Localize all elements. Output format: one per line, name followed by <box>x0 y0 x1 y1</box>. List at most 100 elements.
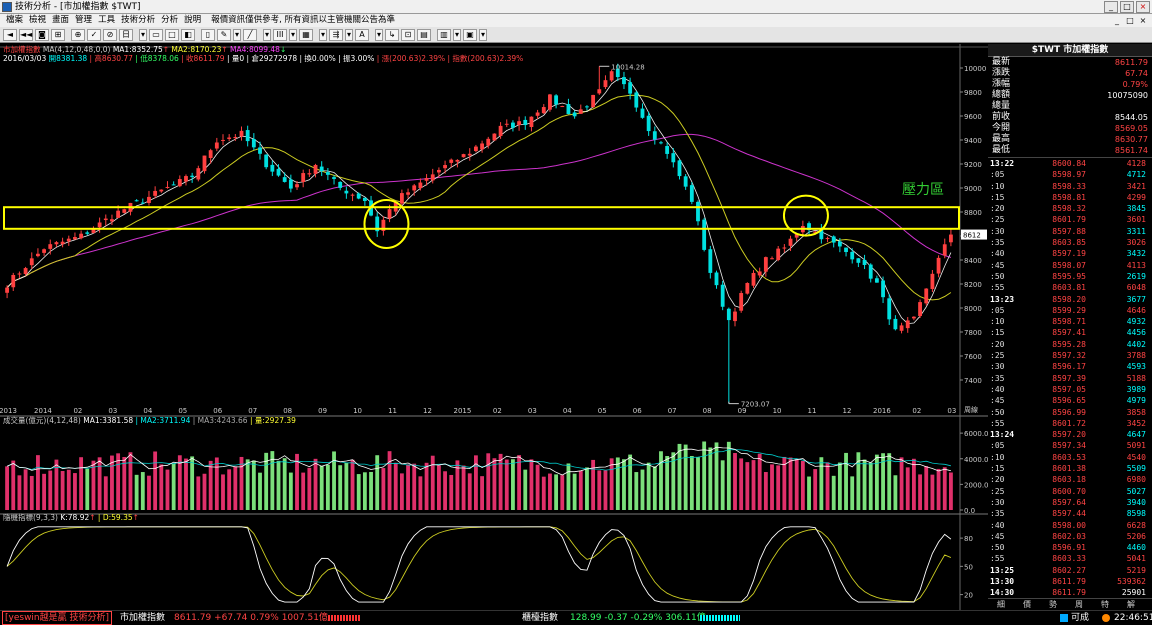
menu-item-0[interactable]: 檔案 <box>6 14 23 27</box>
toolbar-button-21[interactable]: ⇶ <box>329 29 343 41</box>
minimize-button[interactable]: _ <box>1104 1 1118 13</box>
chart-area[interactable]: 市加權指數 MA(4,12,0,48,0,0) MA1:8352.75↑ MA2… <box>0 44 988 610</box>
panel-tab-2[interactable]: 勢 <box>1040 599 1066 610</box>
tick-price: 8598.81 <box>1052 192 1086 202</box>
toolbar-button-25[interactable]: ↳ <box>385 29 399 41</box>
menu-item-6[interactable]: 分析 <box>161 14 178 27</box>
mdi-restore-button[interactable]: □ <box>1125 14 1135 26</box>
toolbar-button-31[interactable]: ▾ <box>479 29 487 41</box>
toolbar-button-5[interactable]: ✓ <box>87 29 101 41</box>
candle-body <box>652 131 657 140</box>
candle-body <box>659 142 663 144</box>
menu-item-1[interactable]: 檢視 <box>29 14 46 27</box>
toolbar-button-29[interactable]: ▾ <box>453 29 461 41</box>
toolbar-button-6[interactable]: ⊘ <box>103 29 117 41</box>
volume-bar <box>387 451 392 510</box>
time-axis-label: 03 <box>528 407 537 415</box>
clock-icon <box>1102 614 1110 622</box>
toolbar-button-17[interactable]: III <box>273 29 287 41</box>
toolbar-button-14[interactable]: ▾ <box>233 29 241 41</box>
toolbar-button-23[interactable]: A <box>355 29 369 41</box>
tick-volume: 3845 <box>1126 204 1146 214</box>
volume-bar <box>665 456 670 510</box>
volume-bar <box>696 457 700 510</box>
candle-body <box>911 316 916 319</box>
toolbar-button-22[interactable]: ▾ <box>345 29 353 41</box>
tick-time: 13:22 <box>990 159 1015 168</box>
volume-bar <box>301 472 306 510</box>
toolbar-button-20[interactable]: ▾ <box>319 29 327 41</box>
toolbar-button-15[interactable]: ╱ <box>243 29 257 41</box>
close-button[interactable]: × <box>1136 1 1150 13</box>
candle-body <box>319 166 324 172</box>
toolbar-button-18[interactable]: ▾ <box>289 29 297 41</box>
index-name-otc[interactable]: 櫃檯指數 <box>522 611 558 625</box>
menu-item-5[interactable]: 技術分析 <box>121 14 155 27</box>
toolbar-button-27[interactable]: ▤ <box>417 29 431 41</box>
toolbar-button-7[interactable]: 日 <box>119 29 133 41</box>
candle-body <box>751 272 756 286</box>
volume-bar <box>837 462 842 510</box>
tick-time: :50 <box>990 271 1005 281</box>
tick-row: :20 8603.18 6980 <box>988 474 1152 485</box>
tick-list[interactable]: 13:22 8600.84 4128:05 8598.97 4712:10 8598.33… <box>988 158 1152 599</box>
volume-bar <box>936 468 941 510</box>
toolbar-button-10[interactable]: □ <box>165 29 179 41</box>
time-axis-label: 2014 <box>34 407 52 415</box>
time-axis-label: 05 <box>178 407 187 415</box>
tick-row: :55 8603.81 6048 <box>988 282 1152 293</box>
menu-item-4[interactable]: 工具 <box>98 14 115 27</box>
panel-tab-1[interactable]: 價 <box>1014 599 1040 610</box>
mdi-minimize-button[interactable]: _ <box>1112 14 1122 26</box>
tick-price: 8596.17 <box>1052 362 1086 372</box>
toolbar-button-8[interactable]: ▾ <box>139 29 147 41</box>
toolbar-button-1[interactable]: ◄◄ <box>19 29 33 41</box>
toolbar-button-12[interactable]: ▯ <box>201 29 215 41</box>
menu-item-3[interactable]: 管理 <box>75 14 92 27</box>
candle-body <box>689 185 694 202</box>
panel-tab-0[interactable]: 細 <box>988 599 1014 610</box>
volume-bar <box>560 475 565 510</box>
toolbar-button-2[interactable]: ◙ <box>35 29 49 41</box>
candle-body <box>461 154 466 158</box>
time-axis-label: 04 <box>143 407 152 415</box>
toolbar-button-0[interactable]: ◄ <box>3 29 17 41</box>
panel-tab-5[interactable]: 解 <box>1118 599 1144 610</box>
toolbar-button-30[interactable]: ▣ <box>463 29 477 41</box>
status-clock: 22:46:51 <box>1114 613 1152 623</box>
menu-item-2[interactable]: 畫面 <box>52 14 69 27</box>
candle-body <box>362 197 367 201</box>
time-axis-label: 03 <box>108 407 117 415</box>
ohlc-readout: 2016/03/03 開8381.38 | 高8630.77 | 低8378.0… <box>3 53 523 63</box>
price-axis-label: 9600 <box>964 113 982 121</box>
toolbar-button-11[interactable]: ◧ <box>181 29 195 41</box>
index-values-otc: 128.99 -0.37 -0.29% 306.11億 <box>570 613 706 623</box>
panel-tab-4[interactable]: 特 <box>1092 599 1118 610</box>
toolbar-button-28[interactable]: ▥ <box>437 29 451 41</box>
toolbar-button-19[interactable]: ▦ <box>299 29 313 41</box>
candle-body <box>548 94 552 110</box>
tick-time: :20 <box>990 339 1005 349</box>
tick-row: :35 8597.44 8598 <box>988 508 1152 519</box>
volume-bar <box>788 457 793 510</box>
volume-bar <box>128 452 133 510</box>
candle-body <box>523 119 528 126</box>
toolbar-button-3[interactable]: ⊞ <box>51 29 65 41</box>
panel-tab-3[interactable]: 周 <box>1066 599 1092 610</box>
toolbar-button-4[interactable]: ⊕ <box>71 29 85 41</box>
menu-item-7[interactable]: 說明 <box>184 14 201 27</box>
price-axis-label: 9400 <box>964 137 982 145</box>
toolbar-button-26[interactable]: ⊡ <box>401 29 415 41</box>
toolbar-button-13[interactable]: ✎ <box>217 29 231 41</box>
candle-body <box>338 181 343 188</box>
toolbar-button-16[interactable]: ▾ <box>263 29 271 41</box>
candle-body <box>622 77 626 85</box>
volume-bar <box>628 454 633 510</box>
toolbar-button-9[interactable]: ▭ <box>149 29 163 41</box>
toolbar-button-24[interactable]: ▾ <box>375 29 383 41</box>
mdi-close-button[interactable]: × <box>1138 14 1148 26</box>
candle-body <box>54 242 59 245</box>
maximize-button[interactable]: □ <box>1120 1 1134 13</box>
index-name-taiex[interactable]: 市加權指數 <box>120 611 165 625</box>
quote-row: 漲跌 67.74 <box>988 68 1152 79</box>
